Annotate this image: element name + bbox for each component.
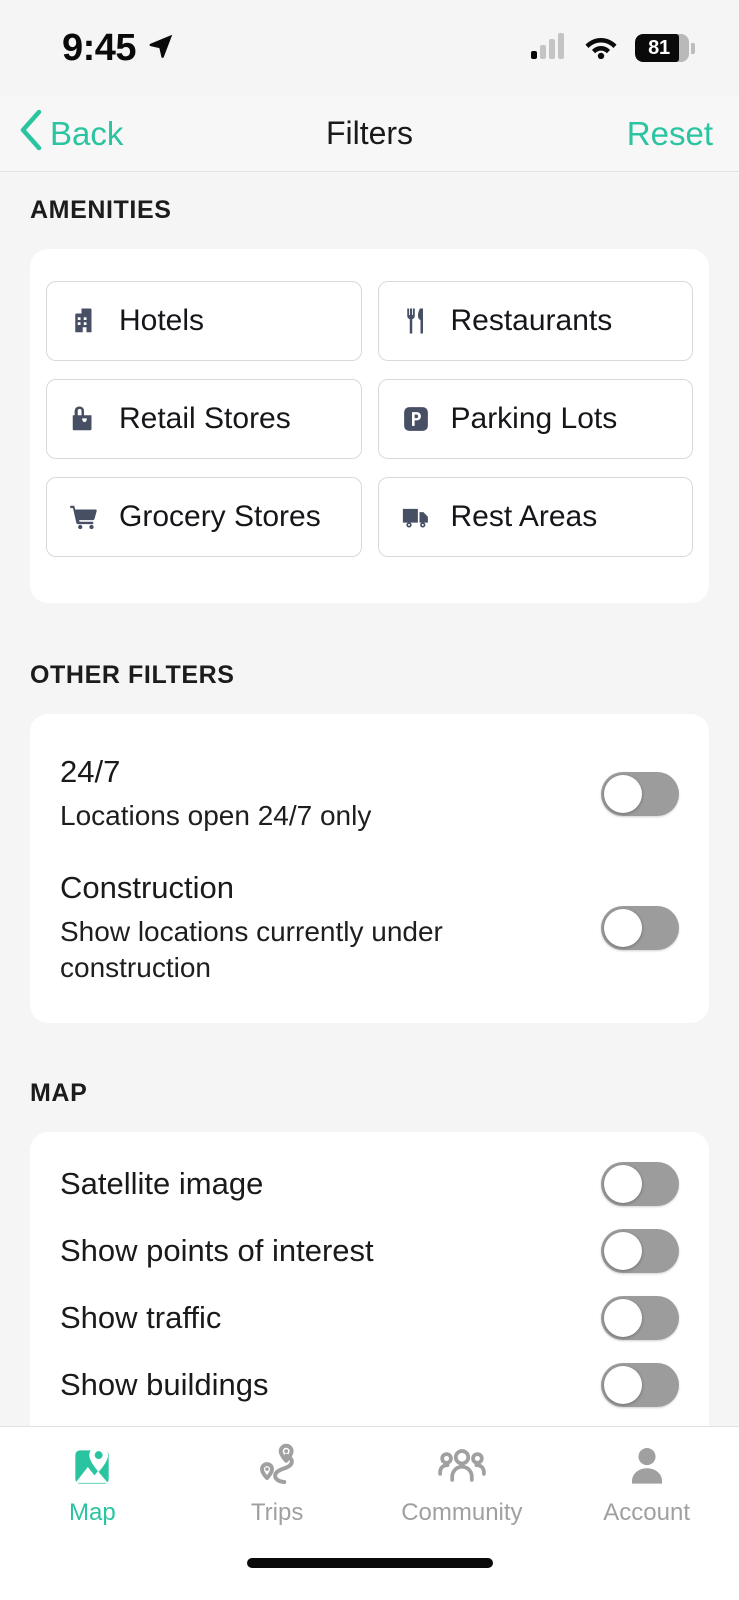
map-setting-label: Show buildings (60, 1366, 269, 1402)
amenities-section-title: AMENITIES (30, 196, 172, 224)
truck-icon (399, 500, 433, 534)
amenity-label: Hotels (119, 304, 205, 337)
amenity-grid: Hotels Restaurants Retail Stores Parking… (46, 281, 693, 557)
people-group-icon (436, 1441, 488, 1493)
map-setting-label: Show points of interest (60, 1232, 374, 1268)
battery-indicator: 81 (635, 34, 695, 62)
tab-community[interactable]: Community (370, 1441, 555, 1527)
amenity-hotels-button[interactable]: Hotels (46, 281, 362, 361)
toggle-satellite-image[interactable] (601, 1161, 679, 1206)
status-bar-right: 81 (531, 32, 695, 64)
toggle-show-buildings[interactable] (601, 1362, 679, 1407)
amenity-restaurants-button[interactable]: Restaurants (377, 281, 693, 361)
status-time: 9:45 (62, 26, 137, 69)
status-bar: 9:45 81 (0, 0, 739, 96)
map-row-show-buildings: Show buildings (60, 1351, 679, 1418)
tab-label: Trips (250, 1499, 304, 1526)
tab-trips[interactable]: Trips (185, 1441, 370, 1527)
toggle-construction[interactable] (601, 905, 679, 950)
battery-level-text: 81 (648, 36, 670, 59)
toggle-show-traffic[interactable] (601, 1295, 679, 1340)
battery-body: 81 (635, 34, 689, 62)
cellular-bars-icon (531, 32, 567, 64)
route-pins-icon (251, 1441, 303, 1493)
status-bar-left: 9:45 (62, 27, 176, 70)
map-settings-card: Satellite image Show points of interest … (30, 1132, 709, 1426)
amenity-label: Rest Areas (450, 500, 598, 533)
back-button[interactable]: Back (18, 109, 123, 159)
amenity-label: Retail Stores (119, 402, 291, 435)
filters-scroll-content[interactable]: AMENITIES Hotels Restaurants Retail Stor… (0, 172, 739, 1426)
shopping-cart-icon (67, 500, 101, 534)
shopping-bag-icon (67, 402, 101, 436)
filter-title: Construction (60, 869, 235, 905)
other-filters-section-title: OTHER FILTERS (30, 661, 235, 689)
amenity-label: Parking Lots (450, 402, 618, 435)
tab-map[interactable]: Map (0, 1441, 185, 1527)
filter-title: 24/7 (60, 754, 121, 789)
amenity-label: Grocery Stores (119, 500, 321, 533)
phone-screen: 9:45 81 Back Filters Reset AMENITIES Hot… (0, 0, 739, 1600)
filter-texts: Construction Show locations currently un… (60, 870, 581, 986)
map-setting-label: Show traffic (60, 1299, 222, 1335)
toggle-knob (604, 1365, 642, 1404)
chevron-left-icon (18, 109, 44, 159)
filter-subtitle: Show locations currently under construct… (60, 915, 443, 983)
fork-knife-icon (399, 304, 433, 338)
map-row-show-traffic: Show traffic (60, 1284, 679, 1351)
back-button-label: Back (50, 114, 124, 152)
filter-row-24-7: 24/7 Locations open 24/7 only (60, 726, 679, 842)
toggle-24-7[interactable] (601, 771, 679, 816)
reset-button[interactable]: Reset (627, 115, 713, 153)
tab-label: Map (69, 1499, 116, 1526)
bottom-tab-bar: Map Trips Community Account (0, 1426, 739, 1556)
amenity-parking-lots-button[interactable]: Parking Lots (377, 379, 693, 459)
map-row-satellite-image: Satellite image (60, 1150, 679, 1217)
battery-cap (691, 42, 695, 54)
amenity-label: Restaurants (450, 304, 613, 337)
home-indicator-area (0, 1556, 739, 1600)
location-arrow-icon (146, 31, 176, 66)
tab-label: Account (603, 1499, 690, 1526)
tab-account[interactable]: Account (554, 1441, 739, 1527)
amenity-grocery-stores-button[interactable]: Grocery Stores (46, 477, 362, 557)
toggle-knob (604, 1164, 642, 1203)
map-pin-icon (66, 1441, 118, 1493)
filter-subtitle: Locations open 24/7 only (60, 800, 372, 831)
wifi-icon (583, 33, 619, 64)
toggle-knob (604, 1231, 642, 1270)
amenity-rest-areas-button[interactable]: Rest Areas (377, 477, 693, 557)
hotel-building-icon (67, 304, 101, 338)
parking-p-icon (399, 402, 433, 436)
amenities-card: Hotels Restaurants Retail Stores Parking… (30, 249, 709, 603)
filter-texts: 24/7 Locations open 24/7 only (60, 754, 581, 834)
toggle-knob (604, 774, 642, 813)
map-row-points-of-interest: Show points of interest (60, 1217, 679, 1284)
toggle-points-of-interest[interactable] (601, 1228, 679, 1273)
map-setting-label: Satellite image (60, 1165, 264, 1201)
toggle-knob (604, 1298, 642, 1337)
home-indicator[interactable] (246, 1558, 493, 1568)
tab-label: Community (401, 1499, 523, 1526)
filter-row-construction: Construction Show locations currently un… (60, 842, 679, 994)
person-icon (621, 1441, 673, 1493)
amenity-retail-stores-button[interactable]: Retail Stores (46, 379, 362, 459)
nav-header: Back Filters Reset (0, 96, 739, 172)
toggle-knob (604, 908, 642, 947)
map-section-title: MAP (30, 1079, 88, 1108)
other-filters-card: 24/7 Locations open 24/7 only Constructi… (30, 714, 709, 1024)
